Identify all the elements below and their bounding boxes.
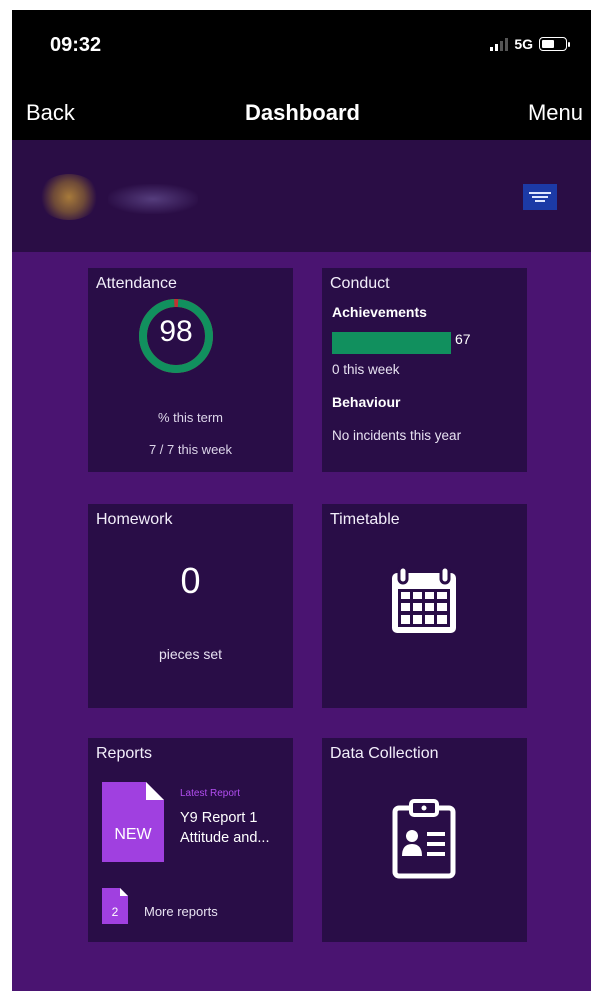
attendance-title: Attendance bbox=[96, 275, 177, 292]
battery-icon bbox=[539, 37, 570, 51]
data-collection-tile[interactable]: Data Collection bbox=[322, 738, 527, 942]
achievements-bar bbox=[332, 332, 451, 354]
avatar bbox=[38, 174, 100, 220]
data-collection-title: Data Collection bbox=[330, 745, 439, 762]
homework-count: 0 bbox=[180, 560, 201, 601]
homework-title: Homework bbox=[96, 511, 173, 528]
attendance-term-label: % this term bbox=[157, 410, 223, 425]
calendar-icon bbox=[392, 565, 456, 633]
network-type: 5G bbox=[514, 36, 533, 52]
status-time: 09:32 bbox=[50, 34, 102, 56]
new-badge: NEW bbox=[114, 826, 152, 843]
achievements-count: 67 bbox=[455, 331, 471, 347]
attendance-percent: 98 bbox=[159, 315, 193, 348]
latest-report-label: Latest Report bbox=[180, 788, 241, 799]
latest-report-title[interactable]: Y9 Report 1 Attitude and... bbox=[180, 808, 290, 848]
reports-tile[interactable]: Reports NEW Latest Report Y9 Report 1 At… bbox=[88, 738, 293, 942]
clipboard-icon bbox=[392, 799, 456, 879]
attendance-week-label: 7 / 7 this week bbox=[148, 442, 233, 457]
attendance-tile[interactable]: Attendance 98 % this term 7 / 7 this wee… bbox=[88, 268, 293, 472]
more-reports-count: 2 bbox=[111, 905, 119, 919]
status-indicators: 5G bbox=[490, 36, 570, 52]
school-crest-icon bbox=[523, 184, 557, 210]
more-reports-link[interactable]: More reports bbox=[144, 904, 218, 919]
behaviour-label: Behaviour bbox=[332, 394, 401, 410]
timetable-tile[interactable]: Timetable bbox=[322, 504, 527, 708]
achievements-week: 0 this week bbox=[332, 362, 400, 377]
report-document-icon bbox=[102, 782, 164, 862]
status-bar: 09:32 5G bbox=[12, 10, 591, 88]
student-name-blurred bbox=[108, 184, 198, 214]
signal-icon bbox=[490, 37, 509, 51]
homework-tile[interactable]: Homework 0 pieces set bbox=[88, 504, 293, 708]
page-title: Dashboard bbox=[245, 100, 360, 125]
menu-button[interactable]: Menu bbox=[528, 100, 583, 126]
timetable-title: Timetable bbox=[330, 511, 400, 528]
phone-screen: 09:32 5G Back Dashboard Menu Attendance bbox=[12, 10, 591, 991]
conduct-title: Conduct bbox=[330, 275, 390, 292]
navigation-bar: Back Dashboard Menu bbox=[12, 88, 591, 140]
reports-title: Reports bbox=[96, 745, 153, 762]
conduct-tile[interactable]: Conduct Achievements 67 0 this week Beha… bbox=[322, 268, 527, 472]
homework-label: pieces set bbox=[158, 646, 223, 662]
achievements-label: Achievements bbox=[332, 304, 427, 320]
student-profile-header[interactable] bbox=[12, 140, 591, 252]
behaviour-text: No incidents this year bbox=[332, 428, 462, 443]
